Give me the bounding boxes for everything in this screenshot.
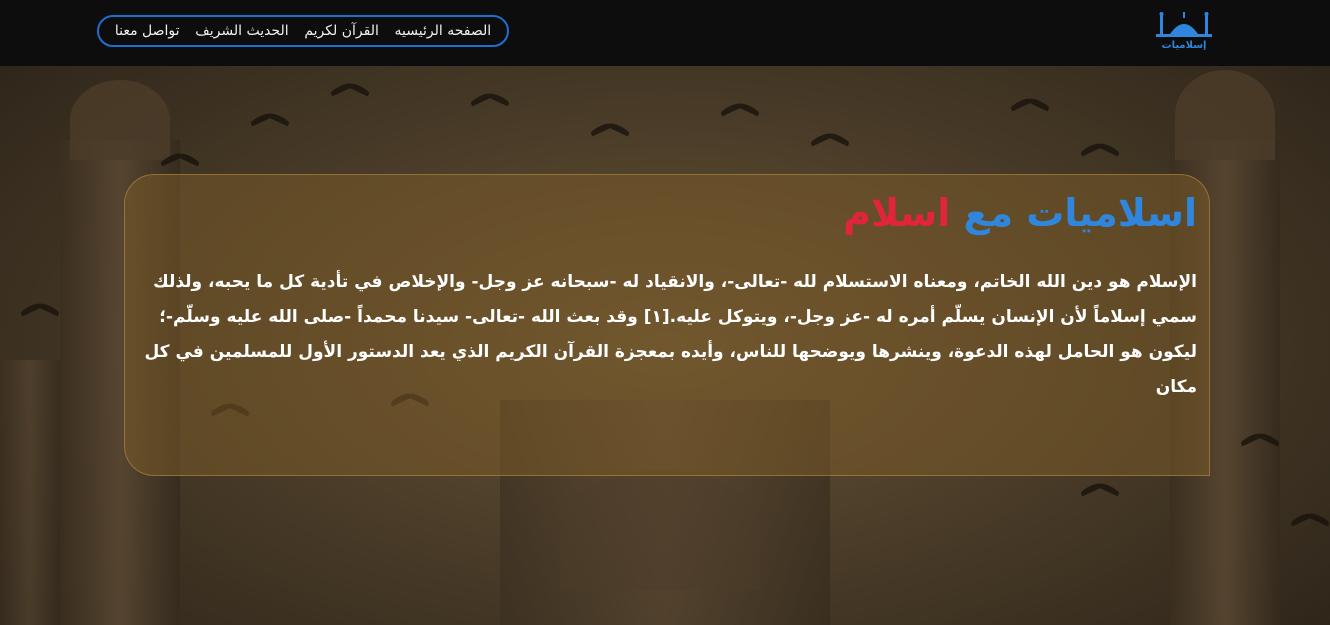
nav-home-link[interactable]: الصفحه الرئيسيه (395, 23, 492, 39)
logo-text: إسلاميات (1162, 40, 1207, 50)
nav-hadith-link[interactable]: الحديث الشريف (195, 23, 288, 39)
main-nav: الصفحه الرئيسيه القرآن لكريم الحديث الشر… (97, 15, 509, 47)
page-title: اسلاميات مع اسلام (843, 191, 1197, 235)
title-red-part: اسلام (843, 191, 951, 235)
mosque-icon: إسلاميات (1156, 12, 1212, 51)
nav-contact-link[interactable]: تواصل معنا (115, 23, 180, 39)
top-navbar: الصفحه الرئيسيه القرآن لكريم الحديث الشر… (0, 0, 1330, 66)
site-logo[interactable]: إسلاميات (1148, 8, 1220, 51)
hero-card: اسلاميات مع اسلام الإسلام هو دين الله ال… (124, 174, 1210, 476)
title-blue-part: اسلاميات مع (963, 191, 1197, 235)
nav-quran-link[interactable]: القرآن لكريم (304, 23, 379, 39)
intro-paragraph: الإسلام هو دين الله الخاتم، ومعناه الاست… (144, 272, 1198, 397)
